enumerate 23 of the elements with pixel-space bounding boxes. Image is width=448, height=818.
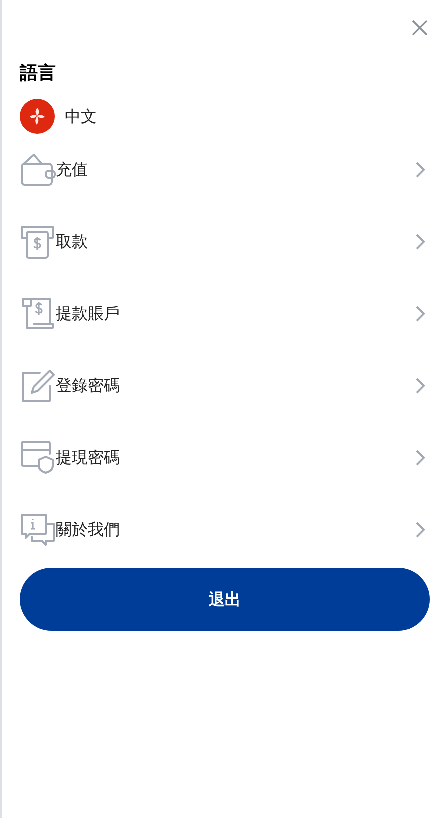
chevron-right-icon — [414, 161, 426, 179]
atm-icon — [20, 224, 56, 260]
menu-item[interactable]: 取款 — [20, 206, 430, 278]
flower-flag-icon — [20, 99, 55, 134]
chevron-right-icon — [414, 377, 426, 395]
chevron-right-icon — [414, 521, 426, 539]
chevron-right-icon — [414, 305, 426, 323]
menu-item[interactable]: 關於我們 — [20, 494, 430, 566]
menu-item[interactable]: 提現密碼 — [20, 422, 430, 494]
info-chat-icon — [20, 512, 56, 548]
section-title: 語言 — [20, 62, 57, 86]
card-shield-icon — [20, 440, 56, 476]
logout-button[interactable]: 退出 — [20, 568, 430, 631]
edit-icon — [20, 368, 56, 404]
close-icon[interactable] — [410, 18, 430, 38]
wallet-icon — [20, 152, 56, 188]
language-option[interactable]: 中文 — [65, 104, 97, 128]
chevron-right-icon — [414, 233, 426, 251]
menu-item[interactable]: 充值 — [20, 134, 430, 206]
menu-item[interactable]: 登錄密碼 — [20, 350, 430, 422]
menu-item[interactable]: 提款賬戶 — [20, 278, 430, 350]
chevron-right-icon — [414, 449, 426, 467]
receipt-icon — [20, 296, 56, 332]
